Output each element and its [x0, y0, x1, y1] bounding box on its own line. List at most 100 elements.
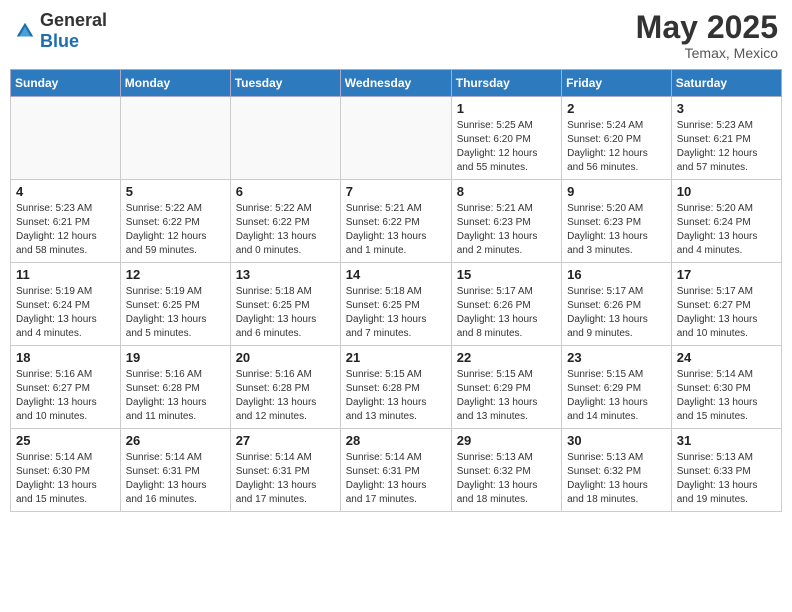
calendar-cell: 18Sunrise: 5:16 AM Sunset: 6:27 PM Dayli… — [11, 346, 121, 429]
day-info: Sunrise: 5:22 AM Sunset: 6:22 PM Dayligh… — [126, 202, 225, 258]
calendar-cell: 26 Sunrise: 5:14 AM Sunset: 6:31 PM Dayli… — [120, 429, 230, 512]
column-header-wednesday: Wednesday — [340, 70, 451, 97]
calendar-cell: 30Sunrise: 5:13 AM Sunset: 6:32 PM Dayli… — [562, 429, 672, 512]
calendar-cell: 12 Sunrise: 5:19 AM Sunset: 6:25 PM Dayli… — [120, 263, 230, 346]
logo-icon — [14, 20, 36, 42]
day-info: Sunrise: 5:16 AM Sunset: 6:28 PM Dayligh… — [126, 368, 225, 424]
day-number: 6 — [236, 184, 335, 199]
calendar-cell: 21 Sunrise: 5:15 AM Sunset: 6:28 PM Dayli… — [340, 346, 451, 429]
day-number: 20 — [236, 350, 335, 365]
calendar-cell: 28 Sunrise: 5:14 AM Sunset: 6:31 PM Dayli… — [340, 429, 451, 512]
day-number: 31 — [677, 433, 776, 448]
day-number: 12 — [126, 267, 225, 282]
day-number: 14 — [346, 267, 446, 282]
day-number: 5 — [126, 184, 225, 199]
day-number: 21 — [346, 350, 446, 365]
day-number: 23 — [567, 350, 666, 365]
day-info: Sunrise: 5:21 AM Sunset: 6:22 PM Dayligh… — [346, 202, 446, 258]
calendar-cell: 17 Sunrise: 5:17 AM Sunset: 6:27 PM Dayli… — [671, 263, 781, 346]
calendar-cell: 24Sunrise: 5:14 AM Sunset: 6:30 PM Dayli… — [671, 346, 781, 429]
day-info: Sunrise: 5:20 AM Sunset: 6:23 PM Dayligh… — [567, 202, 666, 258]
day-info: Sunrise: 5:15 AM Sunset: 6:29 PM Dayligh… — [567, 368, 666, 424]
day-number: 26 — [126, 433, 225, 448]
day-info: Sunrise: 5:21 AM Sunset: 6:23 PM Dayligh… — [457, 202, 556, 258]
calendar: SundayMondayTuesdayWednesdayThursdayFrid… — [10, 69, 782, 512]
calendar-cell: 8 Sunrise: 5:21 AM Sunset: 6:23 PM Daylig… — [451, 180, 561, 263]
calendar-cell: 7 Sunrise: 5:21 AM Sunset: 6:22 PM Daylig… — [340, 180, 451, 263]
day-info: Sunrise: 5:16 AM Sunset: 6:28 PM Dayligh… — [236, 368, 335, 424]
calendar-cell: 6 Sunrise: 5:22 AM Sunset: 6:22 PM Daylig… — [230, 180, 340, 263]
day-number: 29 — [457, 433, 556, 448]
day-info: Sunrise: 5:17 AM Sunset: 6:27 PM Dayligh… — [677, 285, 776, 341]
calendar-cell: 25 Sunrise: 5:14 AM Sunset: 6:30 PM Dayli… — [11, 429, 121, 512]
day-info: Sunrise: 5:25 AM Sunset: 6:20 PM Dayligh… — [457, 119, 556, 175]
location: Temax, Mexico — [636, 45, 778, 61]
logo-general: General — [40, 10, 107, 30]
day-info: Sunrise: 5:20 AM Sunset: 6:24 PM Dayligh… — [677, 202, 776, 258]
day-info: Sunrise: 5:14 AM Sunset: 6:31 PM Dayligh… — [346, 451, 446, 507]
day-info: Sunrise: 5:17 AM Sunset: 6:26 PM Dayligh… — [457, 285, 556, 341]
calendar-week-4: 18Sunrise: 5:16 AM Sunset: 6:27 PM Dayli… — [11, 346, 782, 429]
day-number: 4 — [16, 184, 115, 199]
column-header-saturday: Saturday — [671, 70, 781, 97]
calendar-cell: 27 Sunrise: 5:14 AM Sunset: 6:31 PM Dayli… — [230, 429, 340, 512]
day-info: Sunrise: 5:22 AM Sunset: 6:22 PM Dayligh… — [236, 202, 335, 258]
day-info: Sunrise: 5:16 AM Sunset: 6:27 PM Dayligh… — [16, 368, 115, 424]
calendar-cell — [230, 97, 340, 180]
day-number: 17 — [677, 267, 776, 282]
calendar-cell — [11, 97, 121, 180]
day-number: 22 — [457, 350, 556, 365]
day-info: Sunrise: 5:18 AM Sunset: 6:25 PM Dayligh… — [346, 285, 446, 341]
day-info: Sunrise: 5:14 AM Sunset: 6:31 PM Dayligh… — [126, 451, 225, 507]
day-number: 13 — [236, 267, 335, 282]
day-number: 25 — [16, 433, 115, 448]
day-number: 15 — [457, 267, 556, 282]
day-info: Sunrise: 5:19 AM Sunset: 6:25 PM Dayligh… — [126, 285, 225, 341]
title-area: May 2025 Temax, Mexico — [636, 10, 778, 61]
day-number: 16 — [567, 267, 666, 282]
column-header-monday: Monday — [120, 70, 230, 97]
day-number: 8 — [457, 184, 556, 199]
column-header-sunday: Sunday — [11, 70, 121, 97]
column-header-friday: Friday — [562, 70, 672, 97]
day-info: Sunrise: 5:14 AM Sunset: 6:30 PM Dayligh… — [16, 451, 115, 507]
calendar-cell: 20 Sunrise: 5:16 AM Sunset: 6:28 PM Dayli… — [230, 346, 340, 429]
calendar-week-1: 1 Sunrise: 5:25 AM Sunset: 6:20 PM Daylig… — [11, 97, 782, 180]
calendar-cell: 2Sunrise: 5:24 AM Sunset: 6:20 PM Daylig… — [562, 97, 672, 180]
day-info: Sunrise: 5:15 AM Sunset: 6:29 PM Dayligh… — [457, 368, 556, 424]
calendar-header-row: SundayMondayTuesdayWednesdayThursdayFrid… — [11, 70, 782, 97]
day-info: Sunrise: 5:23 AM Sunset: 6:21 PM Dayligh… — [16, 202, 115, 258]
logo: General Blue — [14, 10, 107, 52]
day-number: 24 — [677, 350, 776, 365]
day-number: 11 — [16, 267, 115, 282]
calendar-week-2: 4 Sunrise: 5:23 AM Sunset: 6:21 PM Daylig… — [11, 180, 782, 263]
day-info: Sunrise: 5:18 AM Sunset: 6:25 PM Dayligh… — [236, 285, 335, 341]
month-title: May 2025 — [636, 10, 778, 45]
calendar-cell — [120, 97, 230, 180]
day-info: Sunrise: 5:24 AM Sunset: 6:20 PM Dayligh… — [567, 119, 666, 175]
calendar-cell: 19Sunrise: 5:16 AM Sunset: 6:28 PM Dayli… — [120, 346, 230, 429]
calendar-cell: 1 Sunrise: 5:25 AM Sunset: 6:20 PM Daylig… — [451, 97, 561, 180]
day-info: Sunrise: 5:15 AM Sunset: 6:28 PM Dayligh… — [346, 368, 446, 424]
day-info: Sunrise: 5:17 AM Sunset: 6:26 PM Dayligh… — [567, 285, 666, 341]
day-number: 27 — [236, 433, 335, 448]
day-number: 7 — [346, 184, 446, 199]
day-number: 28 — [346, 433, 446, 448]
calendar-week-5: 25 Sunrise: 5:14 AM Sunset: 6:30 PM Dayli… — [11, 429, 782, 512]
calendar-cell: 22 Sunrise: 5:15 AM Sunset: 6:29 PM Dayli… — [451, 346, 561, 429]
calendar-cell: 31 Sunrise: 5:13 AM Sunset: 6:33 PM Dayli… — [671, 429, 781, 512]
calendar-cell: 10 Sunrise: 5:20 AM Sunset: 6:24 PM Dayli… — [671, 180, 781, 263]
logo-text: General Blue — [40, 10, 107, 52]
day-info: Sunrise: 5:14 AM Sunset: 6:31 PM Dayligh… — [236, 451, 335, 507]
day-info: Sunrise: 5:13 AM Sunset: 6:32 PM Dayligh… — [457, 451, 556, 507]
day-info: Sunrise: 5:19 AM Sunset: 6:24 PM Dayligh… — [16, 285, 115, 341]
calendar-cell: 5 Sunrise: 5:22 AM Sunset: 6:22 PM Daylig… — [120, 180, 230, 263]
day-info: Sunrise: 5:13 AM Sunset: 6:32 PM Dayligh… — [567, 451, 666, 507]
day-number: 10 — [677, 184, 776, 199]
calendar-cell: 3Sunrise: 5:23 AM Sunset: 6:21 PM Daylig… — [671, 97, 781, 180]
calendar-cell: 14 Sunrise: 5:18 AM Sunset: 6:25 PM Dayli… — [340, 263, 451, 346]
day-info: Sunrise: 5:13 AM Sunset: 6:33 PM Dayligh… — [677, 451, 776, 507]
calendar-cell: 11 Sunrise: 5:19 AM Sunset: 6:24 PM Dayli… — [11, 263, 121, 346]
calendar-cell — [340, 97, 451, 180]
day-number: 1 — [457, 101, 556, 116]
